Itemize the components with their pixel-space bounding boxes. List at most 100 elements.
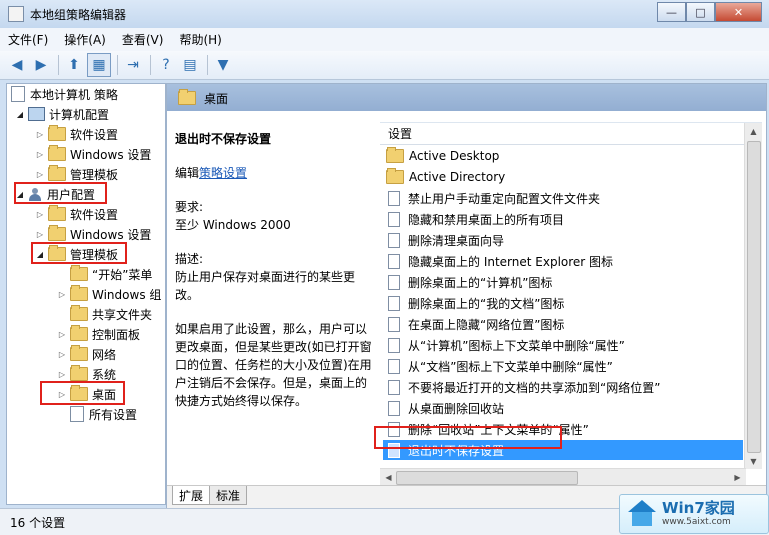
menu-help[interactable]: 帮助(H) (171, 31, 229, 48)
maximize-button[interactable]: □ (686, 2, 715, 22)
toolbar-divider (58, 55, 59, 75)
menu-bar: 文件(F) 操作(A) 查看(V) 帮助(H) (0, 28, 769, 52)
show-hide-tree-icon[interactable]: ▦ (87, 53, 111, 77)
edit-policy-line: 编辑策略设置 (175, 164, 375, 182)
collapsed-arrow-icon[interactable]: ▷ (57, 370, 67, 379)
folder-icon (70, 365, 88, 381)
tree-item-control-panel[interactable]: ▷ 控制面板 (57, 324, 140, 344)
toolbar-divider (150, 55, 151, 75)
tree-item-shared-folders[interactable]: 共享文件夹 (70, 304, 152, 324)
close-button[interactable]: ✕ (715, 2, 762, 22)
setting-row[interactable]: 隐藏和禁用桌面上的所有项目 (383, 209, 743, 229)
tree-item-label: 控制面板 (92, 327, 141, 342)
menu-action[interactable]: 操作(A) (56, 31, 114, 48)
setting-row[interactable]: 不要将最近打开的文档的共享添加到“网络位置” (383, 377, 743, 397)
details-header: 桌面 (167, 84, 766, 111)
collapsed-arrow-icon[interactable]: ▷ (35, 130, 45, 139)
highlight-box-admin-templates (31, 242, 127, 264)
description-text: 防止用户保存对桌面进行的某些更改。 (175, 270, 356, 302)
scroll-up-icon[interactable]: ▲ (745, 123, 762, 139)
tree-item-all-settings[interactable]: 所有设置 (70, 404, 137, 424)
tree-item-admin-templates[interactable]: ▷ 管理模板 (35, 164, 118, 184)
folder-icon (70, 345, 88, 361)
setting-label: 隐藏和禁用桌面上的所有项目 (408, 212, 565, 227)
scroll-down-icon[interactable]: ▼ (745, 453, 762, 469)
setting-row[interactable]: 隐藏桌面上的 Internet Explorer 图标 (383, 251, 743, 271)
window-title: 本地组策略编辑器 (30, 8, 127, 22)
watermark-name: Win7家园 (662, 499, 735, 517)
expanded-arrow-icon[interactable]: ◢ (15, 110, 25, 119)
collapsed-arrow-icon[interactable]: ▷ (35, 230, 45, 239)
tree-item-start-menu[interactable]: “开始”菜单 (70, 264, 152, 284)
edit-policy-link[interactable]: 策略设置 (199, 166, 247, 180)
tree-item-computer-config[interactable]: ◢ 计算机配置 (15, 104, 109, 124)
tree-item-label: 软件设置 (70, 127, 119, 142)
setting-row[interactable]: 删除桌面上的“计算机”图标 (383, 272, 743, 292)
menu-view[interactable]: 查看(V) (114, 31, 172, 48)
folder-icon (48, 145, 66, 161)
column-header-setting[interactable]: 设置 (380, 123, 746, 145)
description-label: 描述: (175, 252, 204, 266)
setting-row[interactable]: 在桌面上隐藏“网络位置”图标 (383, 314, 743, 334)
tree-item-user-windows-settings[interactable]: ▷ Windows 设置 (35, 224, 151, 244)
folder-icon (48, 125, 66, 141)
details-header-title: 桌面 (204, 92, 229, 106)
tree-item-local-policy[interactable]: 本地计算机 策略 (11, 84, 118, 104)
forward-icon[interactable]: ▶ (30, 54, 52, 76)
setting-row[interactable]: 从“计算机”图标上下文菜单中删除“属性” (383, 335, 743, 355)
tree-item-label: “开始”菜单 (92, 267, 153, 282)
status-text: 16 个设置 (10, 516, 66, 530)
tree-pane[interactable]: 本地计算机 策略 ◢ 计算机配置 ▷ 软件设置 ▷ Windows 设置 ▷ 管… (6, 83, 166, 505)
tree-item-label: Windows 设置 (70, 147, 152, 162)
tree-item-label: Windows 组 (92, 287, 162, 302)
setting-row[interactable]: 禁止用户手动重定向配置文件文件夹 (383, 188, 743, 208)
back-icon[interactable]: ◀ (6, 54, 28, 76)
collapsed-arrow-icon[interactable]: ▷ (57, 350, 67, 359)
collapsed-arrow-icon[interactable]: ▷ (35, 210, 45, 219)
vertical-scrollbar[interactable]: ▲ ▼ (744, 123, 762, 469)
collapsed-arrow-icon[interactable]: ▷ (35, 150, 45, 159)
properties-icon[interactable]: ▤ (179, 54, 201, 76)
app-icon (8, 6, 24, 22)
up-level-icon[interactable]: ⬆ (63, 54, 85, 76)
scrollbar-thumb[interactable] (747, 141, 761, 453)
settings-list[interactable]: 设置 Active Desktop Active Directory 禁止用户手动重… (374, 122, 762, 486)
collapsed-arrow-icon[interactable]: ▷ (35, 170, 45, 179)
setting-row[interactable]: 删除清理桌面向导 (383, 230, 743, 250)
policy-setting-icon (388, 316, 400, 332)
export-list-icon[interactable]: ⇥ (122, 54, 144, 76)
help-icon[interactable]: ? (155, 54, 177, 76)
scrollbar-thumb[interactable] (396, 471, 578, 485)
policy-setting-icon (388, 379, 400, 395)
tab-extended[interactable]: 扩展 (172, 486, 211, 505)
folder-icon (386, 147, 404, 163)
scroll-right-icon[interactable]: ▶ (729, 469, 746, 485)
setting-label: Active Directory (409, 170, 506, 184)
scroll-left-icon[interactable]: ◀ (380, 469, 397, 485)
policy-setting-icon (388, 274, 400, 290)
requirements-label: 要求: (175, 200, 204, 214)
collapsed-arrow-icon[interactable]: ▷ (57, 290, 67, 299)
setting-row[interactable]: 从桌面删除回收站 (383, 398, 743, 418)
description-title: 退出时不保存设置 (175, 132, 272, 146)
setting-row[interactable]: 从“文档”图标上下文菜单中删除“属性” (383, 356, 743, 376)
tree-item-network[interactable]: ▷ 网络 (57, 344, 116, 364)
tree-item-user-software-settings[interactable]: ▷ 软件设置 (35, 204, 118, 224)
tree-item-software-settings[interactable]: ▷ 软件设置 (35, 124, 118, 144)
tree-item-windows-settings[interactable]: ▷ Windows 设置 (35, 144, 151, 164)
policy-setting-icon (388, 211, 400, 227)
doc-icon (11, 86, 25, 102)
minimize-button[interactable]: — (657, 2, 686, 22)
tree-item-windows-components[interactable]: ▷ Windows 组 (57, 284, 161, 304)
policy-setting-icon (388, 358, 400, 374)
folder-row[interactable]: Active Directory (383, 167, 743, 187)
tab-standard[interactable]: 标准 (209, 486, 248, 505)
setting-label: 在桌面上隐藏“网络位置”图标 (408, 317, 565, 332)
menu-file[interactable]: 文件(F) (0, 31, 56, 48)
folder-row[interactable]: Active Desktop (383, 146, 743, 166)
horizontal-scrollbar[interactable]: ◀ ▶ (380, 468, 746, 486)
filter-icon[interactable]: ▼ (212, 54, 234, 76)
collapsed-arrow-icon[interactable]: ▷ (57, 330, 67, 339)
setting-row[interactable]: 删除桌面上的“我的文档”图标 (383, 293, 743, 313)
requirements-block: 要求: 至少 Windows 2000 (175, 198, 375, 234)
